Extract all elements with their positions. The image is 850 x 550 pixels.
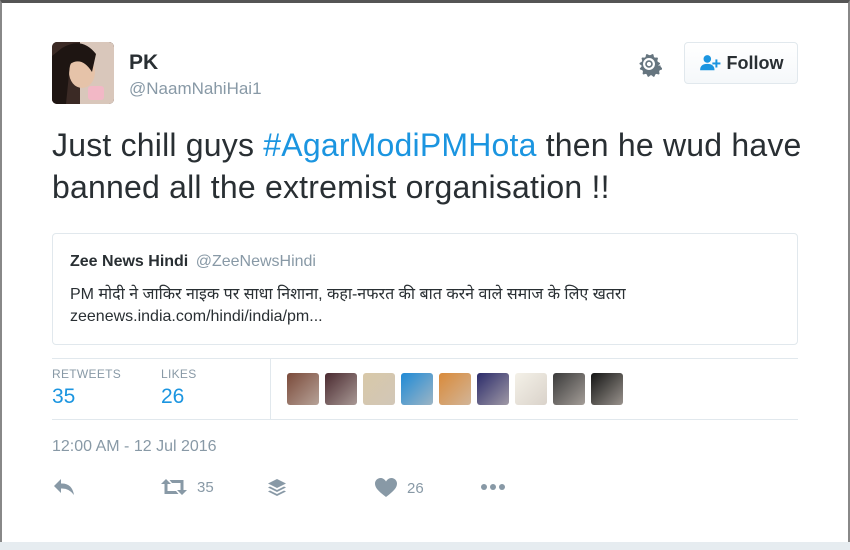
- liker-avatar-9[interactable]: [591, 373, 623, 405]
- stats-separator: [270, 359, 271, 419]
- add-user-icon: [699, 55, 720, 71]
- retweets-label: RETWEETS: [52, 367, 122, 381]
- retweet-icon: [161, 479, 187, 495]
- quoted-tweet-link[interactable]: zeenews.india.com/hindi/india/pm...: [70, 308, 323, 326]
- retweet-count: 35: [197, 478, 214, 496]
- liker-avatar-5[interactable]: [439, 373, 471, 405]
- like-button[interactable]: 26: [374, 477, 424, 499]
- tweet-text-start: Just chill guys: [52, 127, 264, 163]
- stack-button[interactable]: [266, 477, 288, 499]
- heart-icon: [375, 478, 397, 497]
- follow-button[interactable]: Follow: [684, 42, 798, 84]
- bottom-strip: [0, 542, 850, 550]
- quoted-tweet-card[interactable]: Zee News Hindi @ZeeNewsHindi PM मोदी ने …: [52, 233, 798, 345]
- retweets-count: 35: [52, 385, 76, 408]
- layers-icon: [268, 479, 286, 496]
- user-screenname[interactable]: @NaamNahiHai1: [129, 79, 262, 99]
- tweet-actions: 35 26: [52, 477, 552, 505]
- follow-button-label: Follow: [726, 52, 784, 73]
- likes-stat[interactable]: LIKES 26: [161, 367, 197, 409]
- more-icon: [481, 484, 505, 490]
- like-count: 26: [407, 479, 424, 497]
- liker-avatar-3[interactable]: [363, 373, 395, 405]
- liker-avatar-2[interactable]: [325, 373, 357, 405]
- hashtag-link[interactable]: #AgarModiPMHota: [263, 127, 536, 163]
- quoted-tweet-author-name: Zee News Hindi: [70, 253, 189, 270]
- likes-label: LIKES: [161, 367, 197, 381]
- user-avatar[interactable]: [52, 42, 114, 104]
- tweet-stats: RETWEETS 35 LIKES 26: [52, 359, 798, 419]
- retweets-stat[interactable]: RETWEETS 35: [52, 367, 121, 409]
- quoted-tweet-header: Zee News Hindi @ZeeNewsHindi: [70, 253, 316, 271]
- stats-bottom-divider: [52, 419, 798, 420]
- gear-icon[interactable]: [636, 51, 663, 77]
- retweet-button[interactable]: 35: [160, 477, 214, 497]
- more-button[interactable]: [479, 477, 507, 497]
- liker-avatars: [287, 373, 623, 405]
- liker-avatar-7[interactable]: [515, 373, 547, 405]
- liker-avatar-4[interactable]: [401, 373, 433, 405]
- liker-avatar-8[interactable]: [553, 373, 585, 405]
- likes-count: 26: [161, 385, 185, 408]
- tweet-timestamp[interactable]: 12:00 AM - 12 Jul 2016: [52, 438, 217, 456]
- tweet-header: PK @NaamNahiHai1 Follow: [52, 42, 798, 104]
- quoted-tweet-author-handle: @ZeeNewsHindi: [195, 253, 316, 270]
- liker-avatar-1[interactable]: [287, 373, 319, 405]
- tweet-text: Just chill guys #AgarModiPMHota then he …: [52, 124, 812, 208]
- user-fullname[interactable]: PK: [129, 51, 158, 75]
- reply-button[interactable]: [52, 477, 76, 497]
- reply-icon: [54, 479, 74, 495]
- quoted-tweet-text: PM मोदी ने जाकिर नाइक पर साधा निशाना, कह…: [70, 286, 626, 303]
- liker-avatar-6[interactable]: [477, 373, 509, 405]
